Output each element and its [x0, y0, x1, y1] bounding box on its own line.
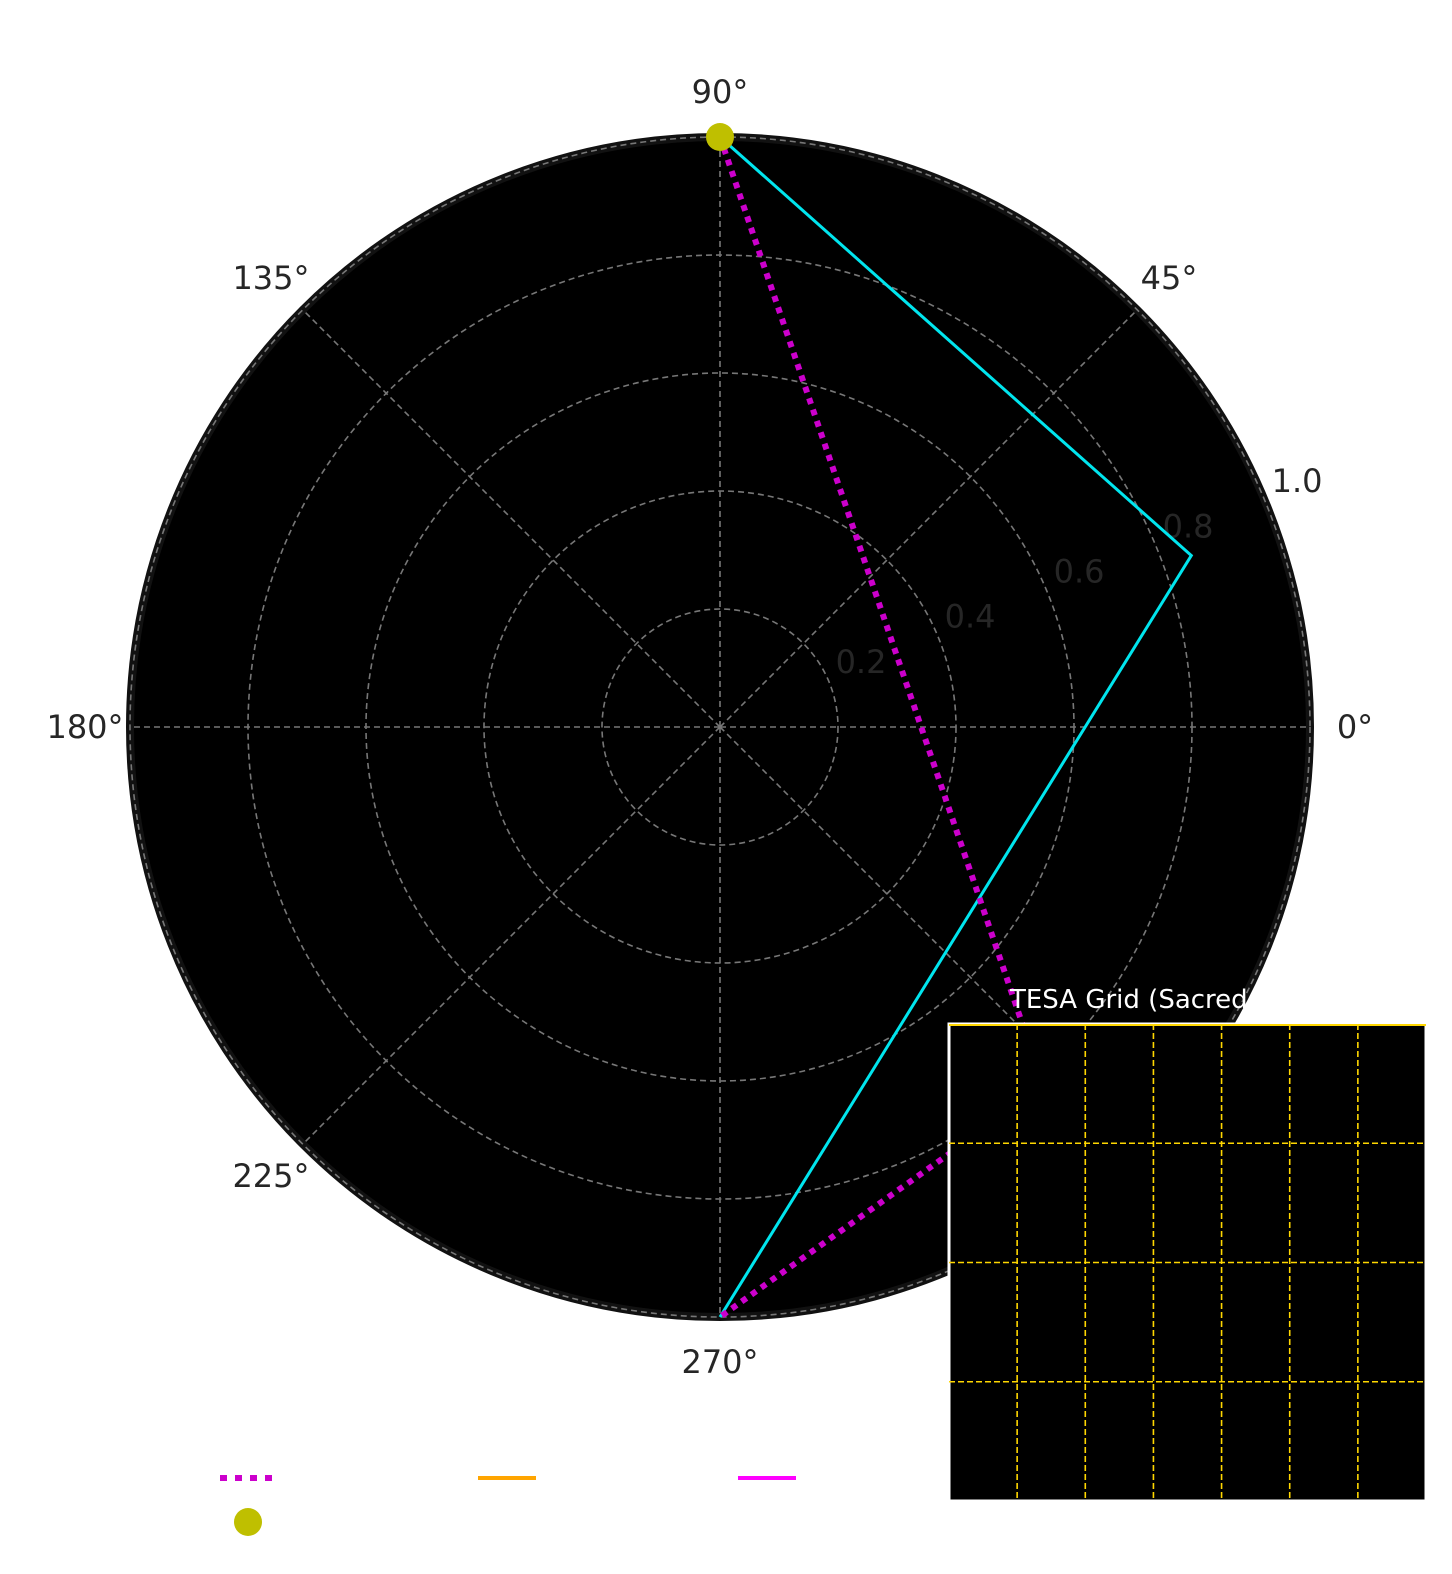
r-tick-label: 0.6 [1054, 553, 1105, 591]
theta-tick-label: 135° [232, 259, 309, 297]
theta-tick-label: 0° [1337, 708, 1373, 746]
inset-title: TESA Grid (Sacred [1009, 985, 1248, 1015]
theta-tick-label: 90° [692, 73, 749, 111]
r-tick-label: 0.2 [836, 643, 887, 681]
r-tick-label: 0.8 [1163, 507, 1214, 545]
theta-tick-label: 45° [1141, 259, 1198, 297]
r-tick-label: 1.0 [1272, 462, 1323, 500]
r-tick-label: 0.4 [945, 598, 996, 636]
theta-tick-label: 225° [232, 1157, 309, 1195]
legend-dot-swatch [234, 1508, 262, 1536]
legend [220, 1475, 796, 1536]
theta-tick-label: 270° [681, 1343, 758, 1381]
chart-canvas: 0°45°90°135°180°225°270°315°0.20.40.60.8… [46, 73, 1428, 1536]
theta-tick-label: 180° [46, 708, 123, 746]
series-marker-point [706, 123, 734, 151]
tesa-grid-inset: TESA Grid (Sacred [947, 985, 1428, 1503]
